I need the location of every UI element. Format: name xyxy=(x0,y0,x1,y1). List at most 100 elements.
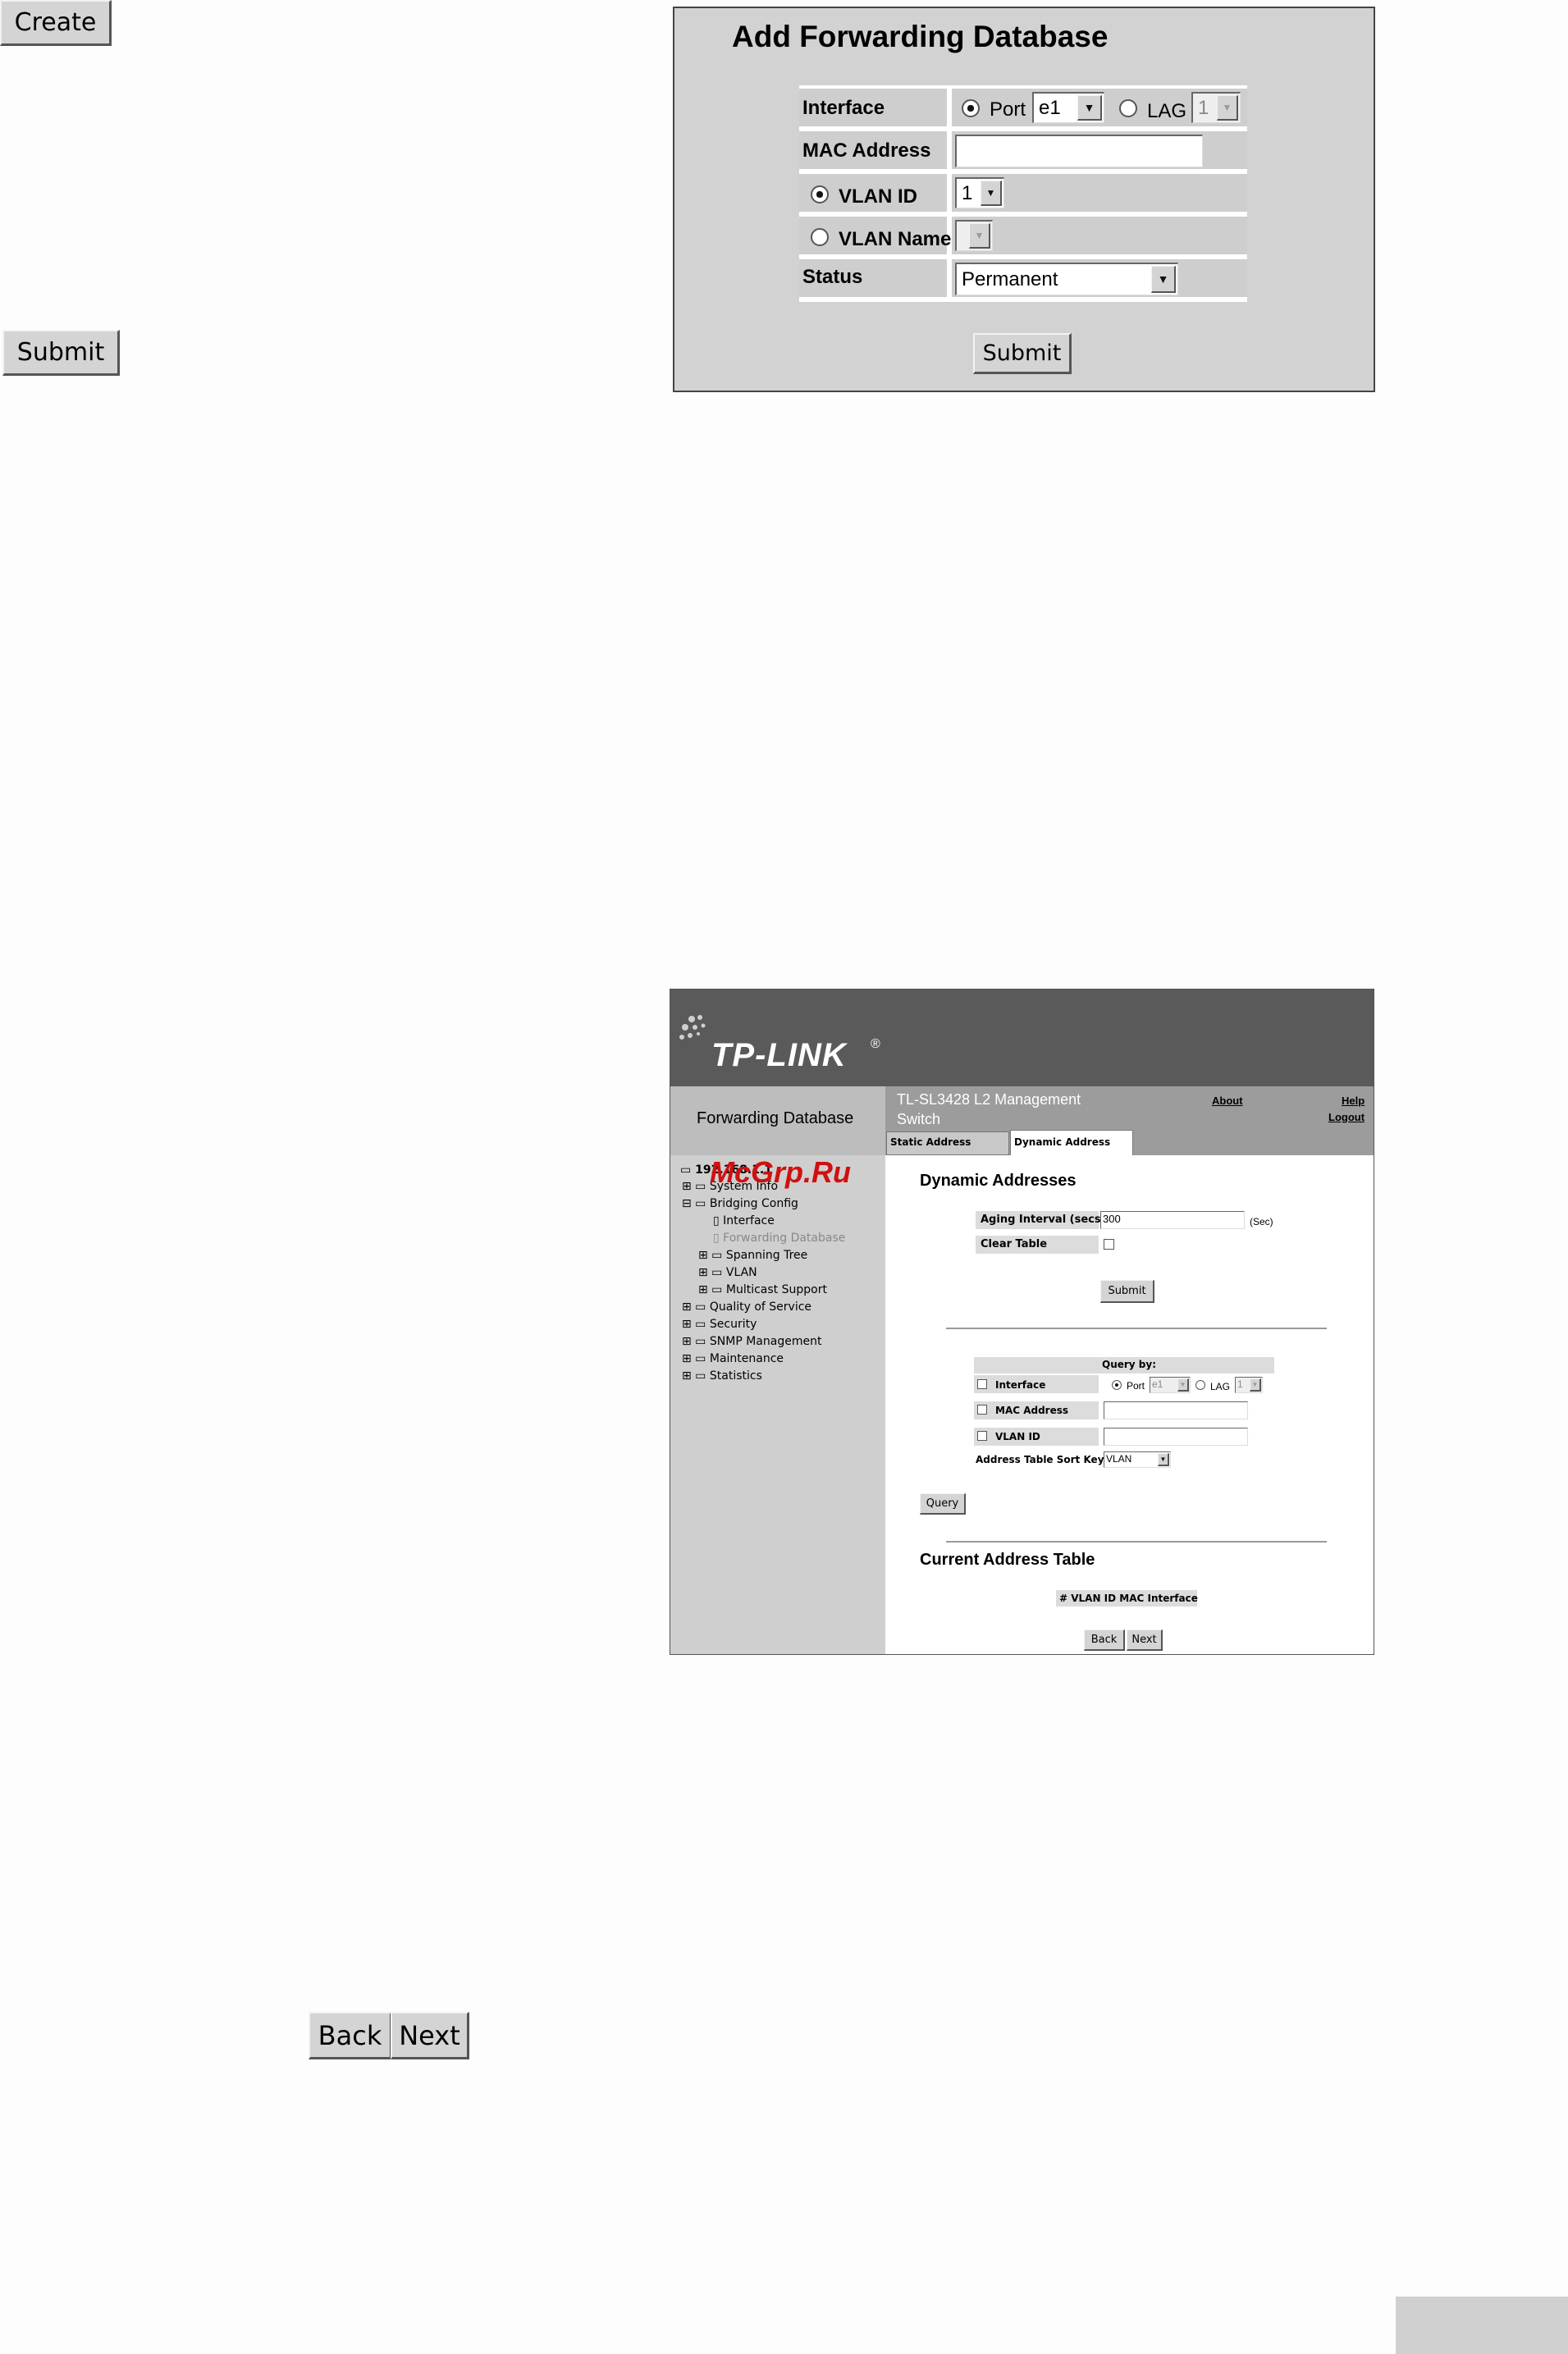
mac-address-label: MAC Address xyxy=(802,139,931,162)
folder-icon: ⊞ ▭ xyxy=(682,1300,706,1314)
folder-icon: ⊞ ▭ xyxy=(698,1283,723,1296)
tree-item-label: SNMP Management xyxy=(709,1335,822,1348)
sort-key-select[interactable]: VLAN ▼ xyxy=(1104,1451,1171,1468)
about-link[interactable]: About xyxy=(1212,1095,1243,1107)
chevron-down-icon: ▼ xyxy=(1077,95,1102,121)
tab-dynamic-address[interactable]: Dynamic Address xyxy=(1010,1130,1133,1155)
query-vlan-label: VLAN ID xyxy=(995,1431,1040,1442)
tree-item-quality-of-service[interactable]: ⊞ ▭ Quality of Service xyxy=(682,1300,811,1314)
chevron-down-icon: ▼ xyxy=(1217,95,1238,121)
folder-icon: ⊞ ▭ xyxy=(682,1352,706,1365)
tree-item-label: Multicast Support xyxy=(725,1283,827,1296)
lag-radio[interactable] xyxy=(1119,99,1137,117)
next-button[interactable]: Next xyxy=(391,2012,469,2059)
dynamic-heading: Dynamic Addresses xyxy=(920,1172,1077,1190)
query-port-label: Port xyxy=(1127,1380,1145,1392)
folder-icon: ⊞ ▭ xyxy=(698,1249,723,1262)
query-button[interactable]: Query xyxy=(920,1493,966,1515)
tree-item-label: Forwarding Database xyxy=(723,1232,846,1245)
query-lag-radio[interactable] xyxy=(1195,1380,1205,1390)
current-table-columns: # VLAN ID MAC Interface xyxy=(1059,1593,1198,1604)
create-button[interactable]: Create xyxy=(0,0,112,46)
tree-item-bridging-config[interactable]: ⊟ ▭ Bridging Config xyxy=(682,1197,798,1210)
chevron-down-icon: ▼ xyxy=(1250,1378,1261,1392)
tree-item-interface[interactable]: ▯ Interface xyxy=(713,1214,775,1227)
logout-link[interactable]: Logout xyxy=(1328,1111,1365,1123)
query-port-select[interactable]: e1 ▼ xyxy=(1150,1377,1191,1393)
shot-back-button[interactable]: Back xyxy=(1084,1630,1125,1651)
query-lag-select[interactable]: 1 ▼ xyxy=(1235,1377,1263,1393)
folder-icon: ⊞ ▭ xyxy=(682,1318,706,1331)
tree-item-spanning-tree[interactable]: ⊞ ▭ Spanning Tree xyxy=(698,1249,807,1262)
tree-item-security[interactable]: ⊞ ▭ Security xyxy=(682,1318,757,1331)
tree-item-label: Bridging Config xyxy=(709,1197,798,1210)
query-lag-label: LAG xyxy=(1210,1381,1231,1392)
query-port-value: e1 xyxy=(1152,1378,1163,1390)
tree-item-forwarding-database[interactable]: ▯ Forwarding Database xyxy=(713,1232,845,1245)
lag-select[interactable]: 1 ▼ xyxy=(1191,92,1241,123)
query-interface-label: Interface xyxy=(995,1379,1046,1391)
aging-label: Aging Interval (secs) xyxy=(981,1214,1106,1226)
status-label: Status xyxy=(802,266,863,288)
tab-static-address-label: Static Address xyxy=(890,1136,971,1148)
dynamic-submit-button[interactable]: Submit xyxy=(1100,1280,1154,1303)
chevron-down-icon: ▼ xyxy=(1158,1453,1169,1466)
interface-checkbox[interactable] xyxy=(977,1379,987,1389)
sort-key-label: Address Table Sort Key xyxy=(976,1454,1104,1465)
tree-item-vlan[interactable]: ⊞ ▭ VLAN xyxy=(698,1266,757,1279)
submit-button[interactable]: Submit xyxy=(2,330,120,376)
folder-icon: ⊞ ▭ xyxy=(698,1266,723,1279)
aging-input[interactable]: 300 xyxy=(1100,1211,1245,1229)
status-select-value: Permanent xyxy=(962,268,1058,290)
lag-label: LAG xyxy=(1147,100,1187,122)
tree-item-label: Spanning Tree xyxy=(725,1249,808,1262)
tree-item-multicast-support[interactable]: ⊞ ▭ Multicast Support xyxy=(698,1283,827,1296)
mac-checkbox[interactable] xyxy=(977,1405,987,1415)
lag-select-value: 1 xyxy=(1198,97,1209,119)
chevron-down-icon: ▼ xyxy=(969,223,990,249)
vlan-id-radio[interactable] xyxy=(811,185,829,203)
dialog-submit-button[interactable]: Submit xyxy=(973,333,1072,374)
tree-item-snmp-management[interactable]: ⊞ ▭ SNMP Management xyxy=(682,1335,821,1348)
shot-next-button[interactable]: Next xyxy=(1127,1630,1163,1651)
device-title: TL-SL3428 L2 Management Switch xyxy=(897,1091,1081,1127)
sidebar-tree: ▭ 192.168.1.1 ⊞ ▭ System Info ⊟ ▭ Bridgi… xyxy=(670,1155,885,1654)
query-lag-value: 1 xyxy=(1237,1378,1243,1390)
folder-icon: ⊞ ▭ xyxy=(682,1335,706,1348)
forwarding-form-table: Interface Port e1 ▼ LAG 1 ▼ MAC Address … xyxy=(799,85,1247,302)
status-select[interactable]: Permanent ▼ xyxy=(955,263,1178,295)
tree-item-statistics[interactable]: ⊞ ▭ Statistics xyxy=(682,1369,762,1383)
chevron-down-icon: ▼ xyxy=(981,181,1002,206)
page-label: Forwarding Database xyxy=(697,1109,854,1127)
port-label: Port xyxy=(990,98,1026,121)
vlan-id-select[interactable]: 1 ▼ xyxy=(955,177,1004,208)
clear-table-checkbox[interactable] xyxy=(1104,1239,1114,1250)
query-vlan-input[interactable] xyxy=(1104,1428,1248,1446)
vlan-name-select[interactable]: ▼ xyxy=(955,220,993,251)
sort-key-value: VLAN xyxy=(1106,1453,1132,1465)
tree-item-label: Statistics xyxy=(709,1369,762,1383)
tplink-logo-icon xyxy=(679,1015,706,1040)
query-port-radio[interactable] xyxy=(1112,1380,1122,1390)
watermark: McGrp.Ru xyxy=(710,1155,852,1189)
page-icon: ▯ xyxy=(713,1232,720,1245)
vlan-name-radio[interactable] xyxy=(811,228,829,246)
tree-item-label: Interface xyxy=(723,1214,775,1227)
query-mac-input[interactable] xyxy=(1104,1401,1248,1419)
page-icon: ▯ xyxy=(713,1214,720,1227)
tree-item-maintenance[interactable]: ⊞ ▭ Maintenance xyxy=(682,1352,784,1365)
aging-input-value: 300 xyxy=(1103,1213,1121,1225)
help-link[interactable]: Help xyxy=(1342,1095,1365,1107)
port-select[interactable]: e1 ▼ xyxy=(1032,92,1104,123)
mac-address-input[interactable] xyxy=(955,135,1203,167)
folder-icon: ⊞ ▭ xyxy=(682,1369,706,1383)
tab-static-address[interactable]: Static Address xyxy=(886,1131,1009,1155)
page-number-tab xyxy=(1396,2297,1568,2354)
port-radio[interactable] xyxy=(962,99,980,117)
dialog-title: Add Forwarding Database xyxy=(732,20,1109,53)
back-button[interactable]: Back xyxy=(309,2012,392,2059)
vlan-checkbox[interactable] xyxy=(977,1431,987,1441)
tree-item-label: Quality of Service xyxy=(709,1300,812,1314)
folder-open-icon: ⊟ ▭ xyxy=(682,1197,706,1210)
chevron-down-icon: ▼ xyxy=(1177,1378,1189,1392)
